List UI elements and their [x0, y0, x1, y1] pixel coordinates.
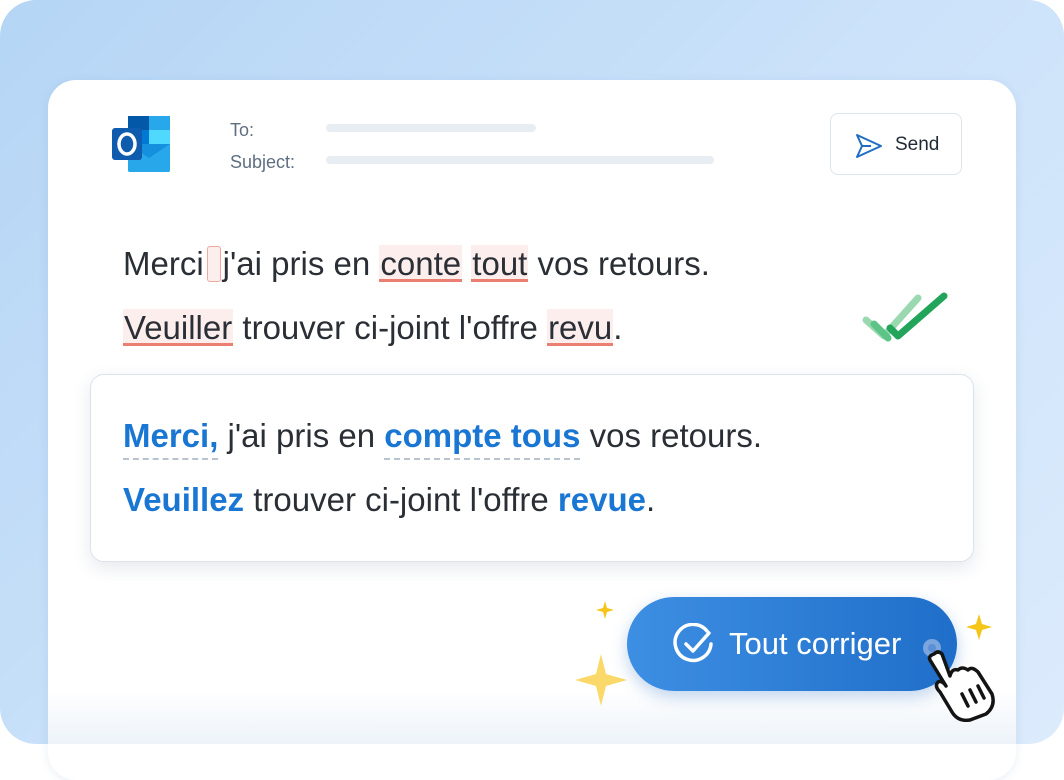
- sparkle-icon: [575, 654, 627, 706]
- double-check-icon: [862, 292, 948, 342]
- error-word[interactable]: revu: [547, 309, 614, 346]
- correct-all-button[interactable]: Tout corriger: [627, 597, 957, 691]
- corrected-text: .: [645, 481, 656, 518]
- corrected-word[interactable]: compte tous: [384, 417, 581, 460]
- original-text: .: [613, 309, 623, 346]
- original-text: vos retours.: [537, 245, 710, 282]
- bottom-fade: [48, 690, 1016, 744]
- send-icon: [856, 134, 882, 158]
- missing-comma-marker: [206, 246, 221, 282]
- hand-cursor-icon: [923, 639, 995, 722]
- error-word[interactable]: tout: [471, 245, 529, 282]
- error-word[interactable]: Veuiller: [123, 309, 234, 346]
- corrected-word[interactable]: Veuillez: [123, 481, 244, 518]
- check-circle-icon: [673, 623, 713, 663]
- to-label: To:: [230, 120, 255, 140]
- to-field[interactable]: [326, 124, 536, 132]
- subject-label: Subject:: [230, 152, 296, 172]
- error-word[interactable]: conte: [379, 245, 463, 282]
- original-line-1: Merci j'ai pris en conte tout vos retours…: [123, 244, 710, 284]
- corrected-text: trouver ci-joint l'offre: [253, 481, 549, 518]
- corrected-text: vos retours.: [589, 417, 763, 454]
- outlook-icon: [112, 116, 170, 172]
- original-text: trouver ci-joint l'offre: [242, 309, 538, 346]
- corrected-line-2: Veuillez trouver ci-joint l'offre revue.: [123, 480, 655, 520]
- original-text: j'ai pris en: [222, 245, 371, 282]
- original-line-2: Veuiller trouver ci-joint l'offre revu.: [123, 308, 622, 348]
- subject-field[interactable]: [326, 156, 714, 164]
- send-button[interactable]: Send: [830, 113, 962, 175]
- sparkle-icon: [596, 601, 614, 619]
- correction-panel: [90, 374, 974, 562]
- corrected-line-1: Merci, j'ai pris en compte tous vos reto…: [123, 416, 763, 460]
- send-label: Send: [895, 134, 940, 155]
- original-word: Merci: [123, 245, 204, 282]
- corrected-word[interactable]: Merci,: [123, 417, 219, 460]
- correct-all-label: Tout corriger: [729, 626, 902, 661]
- corrected-word[interactable]: revue: [558, 481, 646, 518]
- corrected-text: j'ai pris en: [227, 417, 376, 454]
